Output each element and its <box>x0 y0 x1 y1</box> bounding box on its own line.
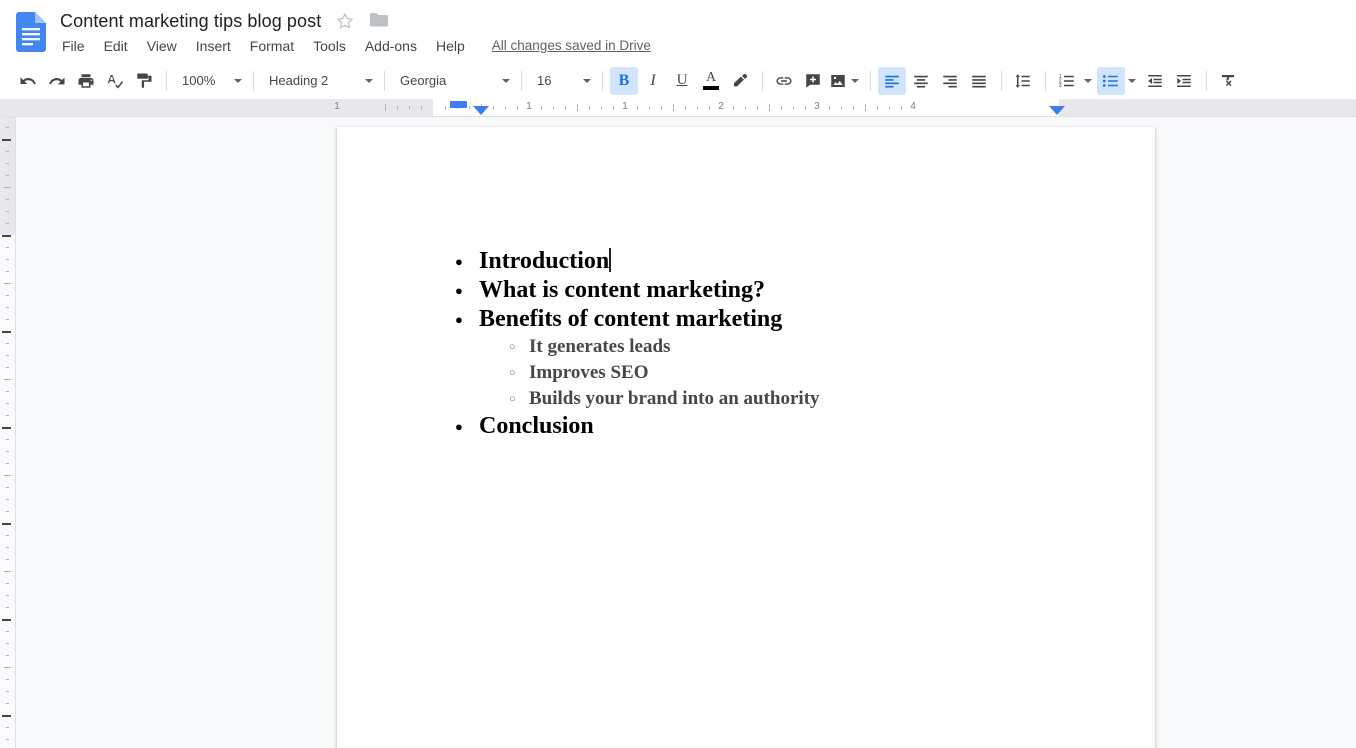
align-justify-icon[interactable] <box>965 67 993 95</box>
ruler-right-margin <box>1059 99 1155 116</box>
paint-format-icon[interactable] <box>130 67 158 95</box>
bulleted-list-icon[interactable] <box>1097 66 1125 95</box>
title-row: Content marketing tips blog post <box>60 8 389 34</box>
document-title[interactable]: Content marketing tips blog post <box>60 11 321 32</box>
undo-icon[interactable] <box>14 67 42 95</box>
menu-item-view[interactable]: View <box>147 36 177 56</box>
list-item-label: Conclusion <box>479 413 594 439</box>
font-family-value: Georgia <box>400 73 447 88</box>
font-family-select[interactable]: Georgia <box>392 68 514 94</box>
text-cursor <box>609 248 612 272</box>
right-indent-marker[interactable] <box>1049 106 1065 115</box>
menu-item-format[interactable]: Format <box>250 36 294 56</box>
move-to-folder-icon[interactable] <box>369 11 389 31</box>
text-color-button[interactable]: A <box>697 67 725 95</box>
toolbar-separator <box>384 70 385 91</box>
app-header: Content marketing tips blog post File Ed… <box>0 0 1356 62</box>
formatting-toolbar: 100% Heading 2 Georgia 16 B I U A 1 2 3 <box>0 62 1356 99</box>
list-item[interactable]: Improves SEO <box>447 360 1067 386</box>
toolbar-separator <box>1206 70 1207 91</box>
menu-item-tools[interactable]: Tools <box>313 36 346 56</box>
bold-label: B <box>618 71 630 89</box>
toolbar-separator <box>762 70 763 91</box>
list-item-label: Introduction <box>479 248 609 274</box>
outline-list: Introduction What is content marketing? … <box>447 247 1067 441</box>
print-icon[interactable] <box>72 67 100 95</box>
underline-button[interactable]: U <box>668 67 696 95</box>
chevron-down-icon <box>1084 78 1092 83</box>
list-item[interactable]: Benefits of content marketing <box>447 305 1067 334</box>
google-docs-icon[interactable] <box>16 12 46 52</box>
toolbar-separator <box>602 70 603 91</box>
numbered-list-dropdown[interactable] <box>1082 67 1096 95</box>
menu-item-addons[interactable]: Add-ons <box>365 36 417 56</box>
ruler-right-gutter <box>1155 99 1356 116</box>
zoom-value: 100% <box>182 73 216 88</box>
document-body[interactable]: Introduction What is content marketing? … <box>447 247 1067 441</box>
list-item-label: Benefits of content marketing <box>479 306 782 332</box>
toolbar-separator <box>870 70 871 91</box>
numbered-list-icon[interactable]: 1 2 3 <box>1053 67 1081 95</box>
zoom-select[interactable]: 100% <box>174 68 246 94</box>
list-item[interactable]: Builds your brand into an authority <box>447 386 1067 412</box>
redo-icon[interactable] <box>43 67 71 95</box>
chevron-down-icon <box>502 78 510 83</box>
paragraph-style-value: Heading 2 <box>269 73 329 88</box>
chevron-down-icon <box>1128 78 1136 83</box>
svg-text:3: 3 <box>1059 83 1062 89</box>
clear-formatting-icon[interactable] <box>1214 67 1242 95</box>
menu-item-file[interactable]: File <box>62 36 85 56</box>
font-size-value: 16 <box>537 73 552 88</box>
bold-button[interactable]: B <box>610 66 638 95</box>
document-page[interactable]: Introduction What is content marketing? … <box>337 127 1155 748</box>
toolbar-separator <box>1001 70 1002 91</box>
document-workspace: Introduction What is content marketing? … <box>0 117 1356 748</box>
insert-image-icon[interactable] <box>828 67 862 95</box>
paragraph-style-select[interactable]: Heading 2 <box>261 68 377 94</box>
list-item[interactable]: It generates leads <box>447 334 1067 360</box>
vruler-top-margin <box>0 117 15 235</box>
outline-sublist: It generates leads Improves SEO Builds y… <box>447 334 1067 412</box>
horizontal-ruler[interactable]: 112341 <box>0 99 1356 117</box>
align-left-icon[interactable] <box>878 66 906 95</box>
ruler-left-gutter <box>0 99 337 116</box>
chevron-down-icon <box>234 78 242 83</box>
spellcheck-icon[interactable] <box>101 67 129 95</box>
list-item[interactable]: What is content marketing? <box>447 276 1067 305</box>
menu-item-insert[interactable]: Insert <box>196 36 231 56</box>
highlight-pen-icon[interactable] <box>726 67 754 95</box>
toolbar-separator <box>253 70 254 91</box>
menu-bar: File Edit View Insert Format Tools Add-o… <box>62 36 651 56</box>
align-center-icon[interactable] <box>907 67 935 95</box>
decrease-indent-icon[interactable] <box>1141 67 1169 95</box>
list-item[interactable]: Conclusion <box>447 412 1067 441</box>
underline-label: U <box>676 72 688 88</box>
text-color-swatch <box>703 86 719 90</box>
chevron-down-icon <box>851 78 859 83</box>
star-outline-icon[interactable] <box>335 11 355 31</box>
text-color-label: A <box>705 70 717 85</box>
font-size-select[interactable]: 16 <box>529 68 595 94</box>
chevron-down-icon <box>365 78 373 83</box>
align-right-icon[interactable] <box>936 67 964 95</box>
list-item-label: What is content marketing? <box>479 277 765 303</box>
menu-item-help[interactable]: Help <box>436 36 465 56</box>
toolbar-separator <box>166 70 167 91</box>
save-status[interactable]: All changes saved in Drive <box>492 36 651 56</box>
toolbar-separator <box>1045 70 1046 91</box>
insert-link-icon[interactable] <box>770 67 798 95</box>
add-comment-icon[interactable] <box>799 67 827 95</box>
italic-label: I <box>650 71 656 89</box>
list-item[interactable]: Introduction <box>447 247 1067 276</box>
left-indent-marker[interactable] <box>473 106 489 115</box>
chevron-down-icon <box>583 78 591 83</box>
bulleted-list-dropdown[interactable] <box>1126 67 1140 95</box>
italic-button[interactable]: I <box>639 67 667 95</box>
menu-item-edit[interactable]: Edit <box>104 36 128 56</box>
vertical-ruler[interactable] <box>0 117 16 748</box>
increase-indent-icon[interactable] <box>1170 67 1198 95</box>
line-spacing-icon[interactable] <box>1009 67 1037 95</box>
first-line-indent-marker[interactable] <box>450 101 467 108</box>
toolbar-separator <box>521 70 522 91</box>
